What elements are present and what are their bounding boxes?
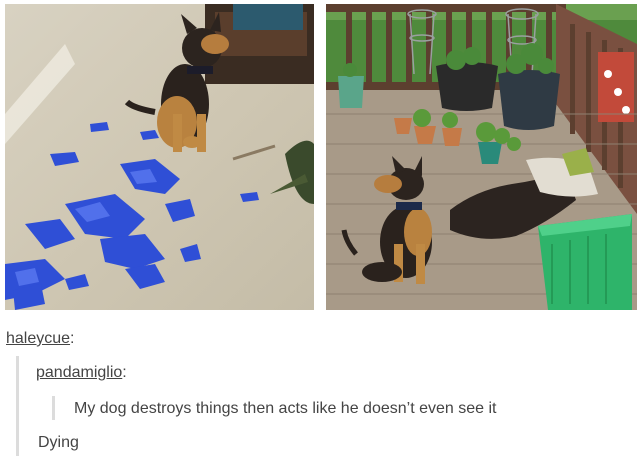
photo-left-image bbox=[5, 4, 314, 310]
photo-dog-potting-soil[interactable] bbox=[326, 4, 637, 310]
reblog-quote-bar bbox=[16, 356, 19, 456]
original-poster-line: haleycue: bbox=[6, 330, 75, 348]
reply-text: Dying bbox=[38, 434, 79, 451]
username-colon: : bbox=[70, 330, 75, 347]
reblogger-line: pandamiglio: bbox=[36, 364, 127, 382]
photo-right-image bbox=[326, 4, 637, 310]
reblogger-username[interactable]: pandamiglio bbox=[36, 364, 122, 381]
original-poster-username[interactable]: haleycue bbox=[6, 330, 70, 347]
photo-dog-shredded-item[interactable] bbox=[5, 4, 314, 310]
inner-quote-bar bbox=[52, 396, 55, 420]
post-caption: haleycue: pandamiglio: My dog destroys t… bbox=[0, 316, 640, 464]
reblogger-colon: : bbox=[122, 364, 127, 381]
quoted-post-text: My dog destroys things then acts like he… bbox=[74, 400, 497, 417]
photo-grid bbox=[0, 0, 640, 316]
